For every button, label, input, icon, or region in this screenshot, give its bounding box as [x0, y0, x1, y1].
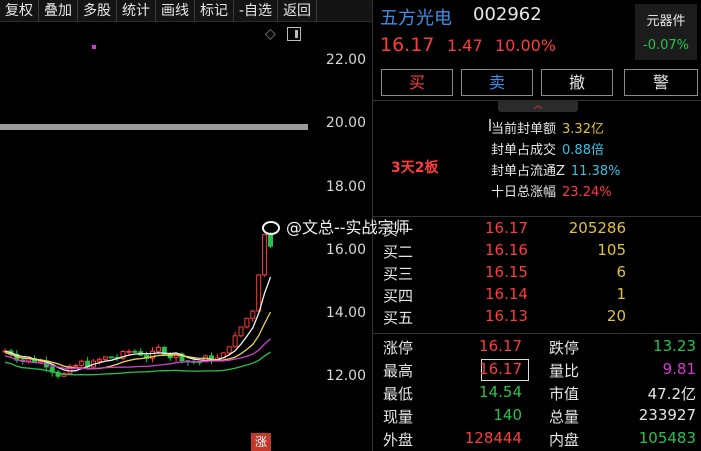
seal-row-float-ratio: 封单占流通Z 11.38%	[491, 164, 621, 179]
book-row-bid2: 买二 16.16 105	[383, 241, 626, 261]
low-label: 最低	[383, 385, 414, 403]
sector-name: 元器件	[646, 14, 686, 29]
seal-row-turnover-ratio: 封单占成交 0.88倍	[491, 143, 604, 158]
menu-fuquan[interactable]: 复权	[0, 0, 39, 22]
price-change: 1.47	[447, 36, 483, 55]
candle-body	[262, 233, 268, 276]
limit-seal-info: 3天2板 当前封单额 3.32亿 封单占成交 0.88倍 封单占流通Z 11.38% …	[373, 100, 701, 215]
chevron-up-icon[interactable]: ︿	[498, 100, 578, 112]
cancel-order-button[interactable]: 撤	[541, 69, 613, 96]
menu-overlay[interactable]: 叠加	[39, 0, 78, 22]
market-cap-label: 市值	[549, 385, 580, 403]
menu-statistics[interactable]: 统计	[117, 0, 156, 22]
total-volume-value: 233927	[638, 406, 696, 424]
outer-volume-value: 128444	[464, 429, 522, 447]
watermark-text: @文总--实战宗师	[286, 218, 410, 237]
sell-button[interactable]: 卖	[461, 69, 533, 96]
inner-volume-label: 内盘	[549, 431, 580, 449]
marker-dot	[92, 45, 96, 49]
candle-body	[79, 360, 85, 366]
diamond-icon[interactable]: ◇	[265, 26, 276, 42]
volume-ratio-value: 9.81	[662, 360, 696, 378]
y-tick-20: 20.00	[325, 115, 366, 131]
alert-button[interactable]: 警	[624, 69, 698, 96]
stock-name: 五方光电	[380, 8, 452, 29]
limit-up-value: 16.17	[479, 337, 522, 355]
panel-toggle-icon[interactable]	[287, 27, 301, 41]
candle-body	[244, 317, 250, 328]
limit-up-badge: 涨	[251, 433, 271, 451]
market-cap-value: 47.2亿	[647, 385, 696, 403]
total-volume-label: 总量	[549, 408, 580, 426]
sector-box[interactable]: 元器件 -0.07%	[635, 4, 697, 60]
y-tick-16: 16.00	[325, 242, 366, 258]
current-price: 16.17	[380, 34, 435, 56]
limit-down-value: 13.23	[653, 337, 696, 355]
current-volume-value: 140	[493, 406, 522, 424]
book-row-bid4: 买四 16.14 1	[383, 285, 626, 305]
candle-body	[126, 350, 132, 353]
candle-body	[96, 358, 102, 362]
high-label: 最高	[383, 362, 414, 380]
candle-body	[102, 356, 108, 360]
inner-volume-value: 105483	[638, 429, 696, 447]
top-menu-bar: 复权 叠加 多股 统计 画线 标记 -自选 返回	[0, 0, 372, 22]
candle-body	[256, 274, 262, 312]
y-tick-22: 22.00	[325, 52, 366, 68]
menu-multi-stock[interactable]: 多股	[78, 0, 117, 22]
sector-change-pct: -0.07%	[643, 38, 689, 53]
candle-body	[226, 346, 232, 354]
y-tick-12: 12.00	[325, 368, 366, 384]
volume-ratio-label: 量比	[549, 362, 580, 380]
board-count: 3天2板	[391, 160, 439, 176]
outer-volume-label: 外盘	[383, 431, 414, 449]
menu-mark[interactable]: 标记	[195, 0, 234, 22]
watermark: @文总--实战宗师	[262, 214, 410, 238]
seal-row-amount: 当前封单额 3.32亿	[491, 122, 604, 137]
limit-down-label: 跌停	[549, 339, 580, 357]
seal-row-ten-day-gain: 十日总涨幅 23.24%	[491, 185, 612, 200]
y-tick-18: 18.00	[325, 179, 366, 195]
candle-body	[250, 310, 256, 319]
quote-panel: 五方光电 002962 16.17 1.47 10.00% 元器件 -0.07%…	[372, 0, 701, 451]
order-book: 买一 16.17 205286 买二 16.16 105 买三 16.15 6 …	[373, 216, 701, 332]
book-row-bid3: 买三 16.15 6	[383, 263, 626, 283]
book-row-bid5: 买五 16.13 20	[383, 307, 626, 327]
low-value: 14.54	[479, 383, 522, 401]
price-change-pct: 10.00%	[495, 36, 557, 55]
y-tick-14: 14.00	[325, 305, 366, 321]
buy-button[interactable]: 买	[381, 69, 453, 96]
candle-body	[232, 335, 238, 348]
menu-draw-line[interactable]: 画线	[156, 0, 195, 22]
candle-body	[155, 346, 161, 352]
candle-body	[73, 364, 79, 367]
menu-remove-watchlist[interactable]: -自选	[234, 0, 279, 22]
limit-up-label: 涨停	[383, 339, 414, 357]
menu-back[interactable]: 返回	[278, 0, 318, 22]
high-value: 16.17	[479, 360, 522, 378]
stock-code: 002962	[473, 4, 542, 25]
price-band	[0, 124, 308, 130]
book-row-bid1: 买一 16.17 205286	[383, 219, 626, 239]
weibo-icon	[262, 221, 280, 235]
candle-body	[108, 356, 114, 359]
current-volume-label: 现量	[383, 408, 414, 426]
moving-average-line	[4, 276, 272, 372]
candle-body	[132, 350, 138, 353]
candle-body	[238, 326, 244, 337]
quote-stats: 涨停 16.17 跌停 13.23 最高 16.17 量比 9.81 最低 14…	[373, 333, 701, 451]
